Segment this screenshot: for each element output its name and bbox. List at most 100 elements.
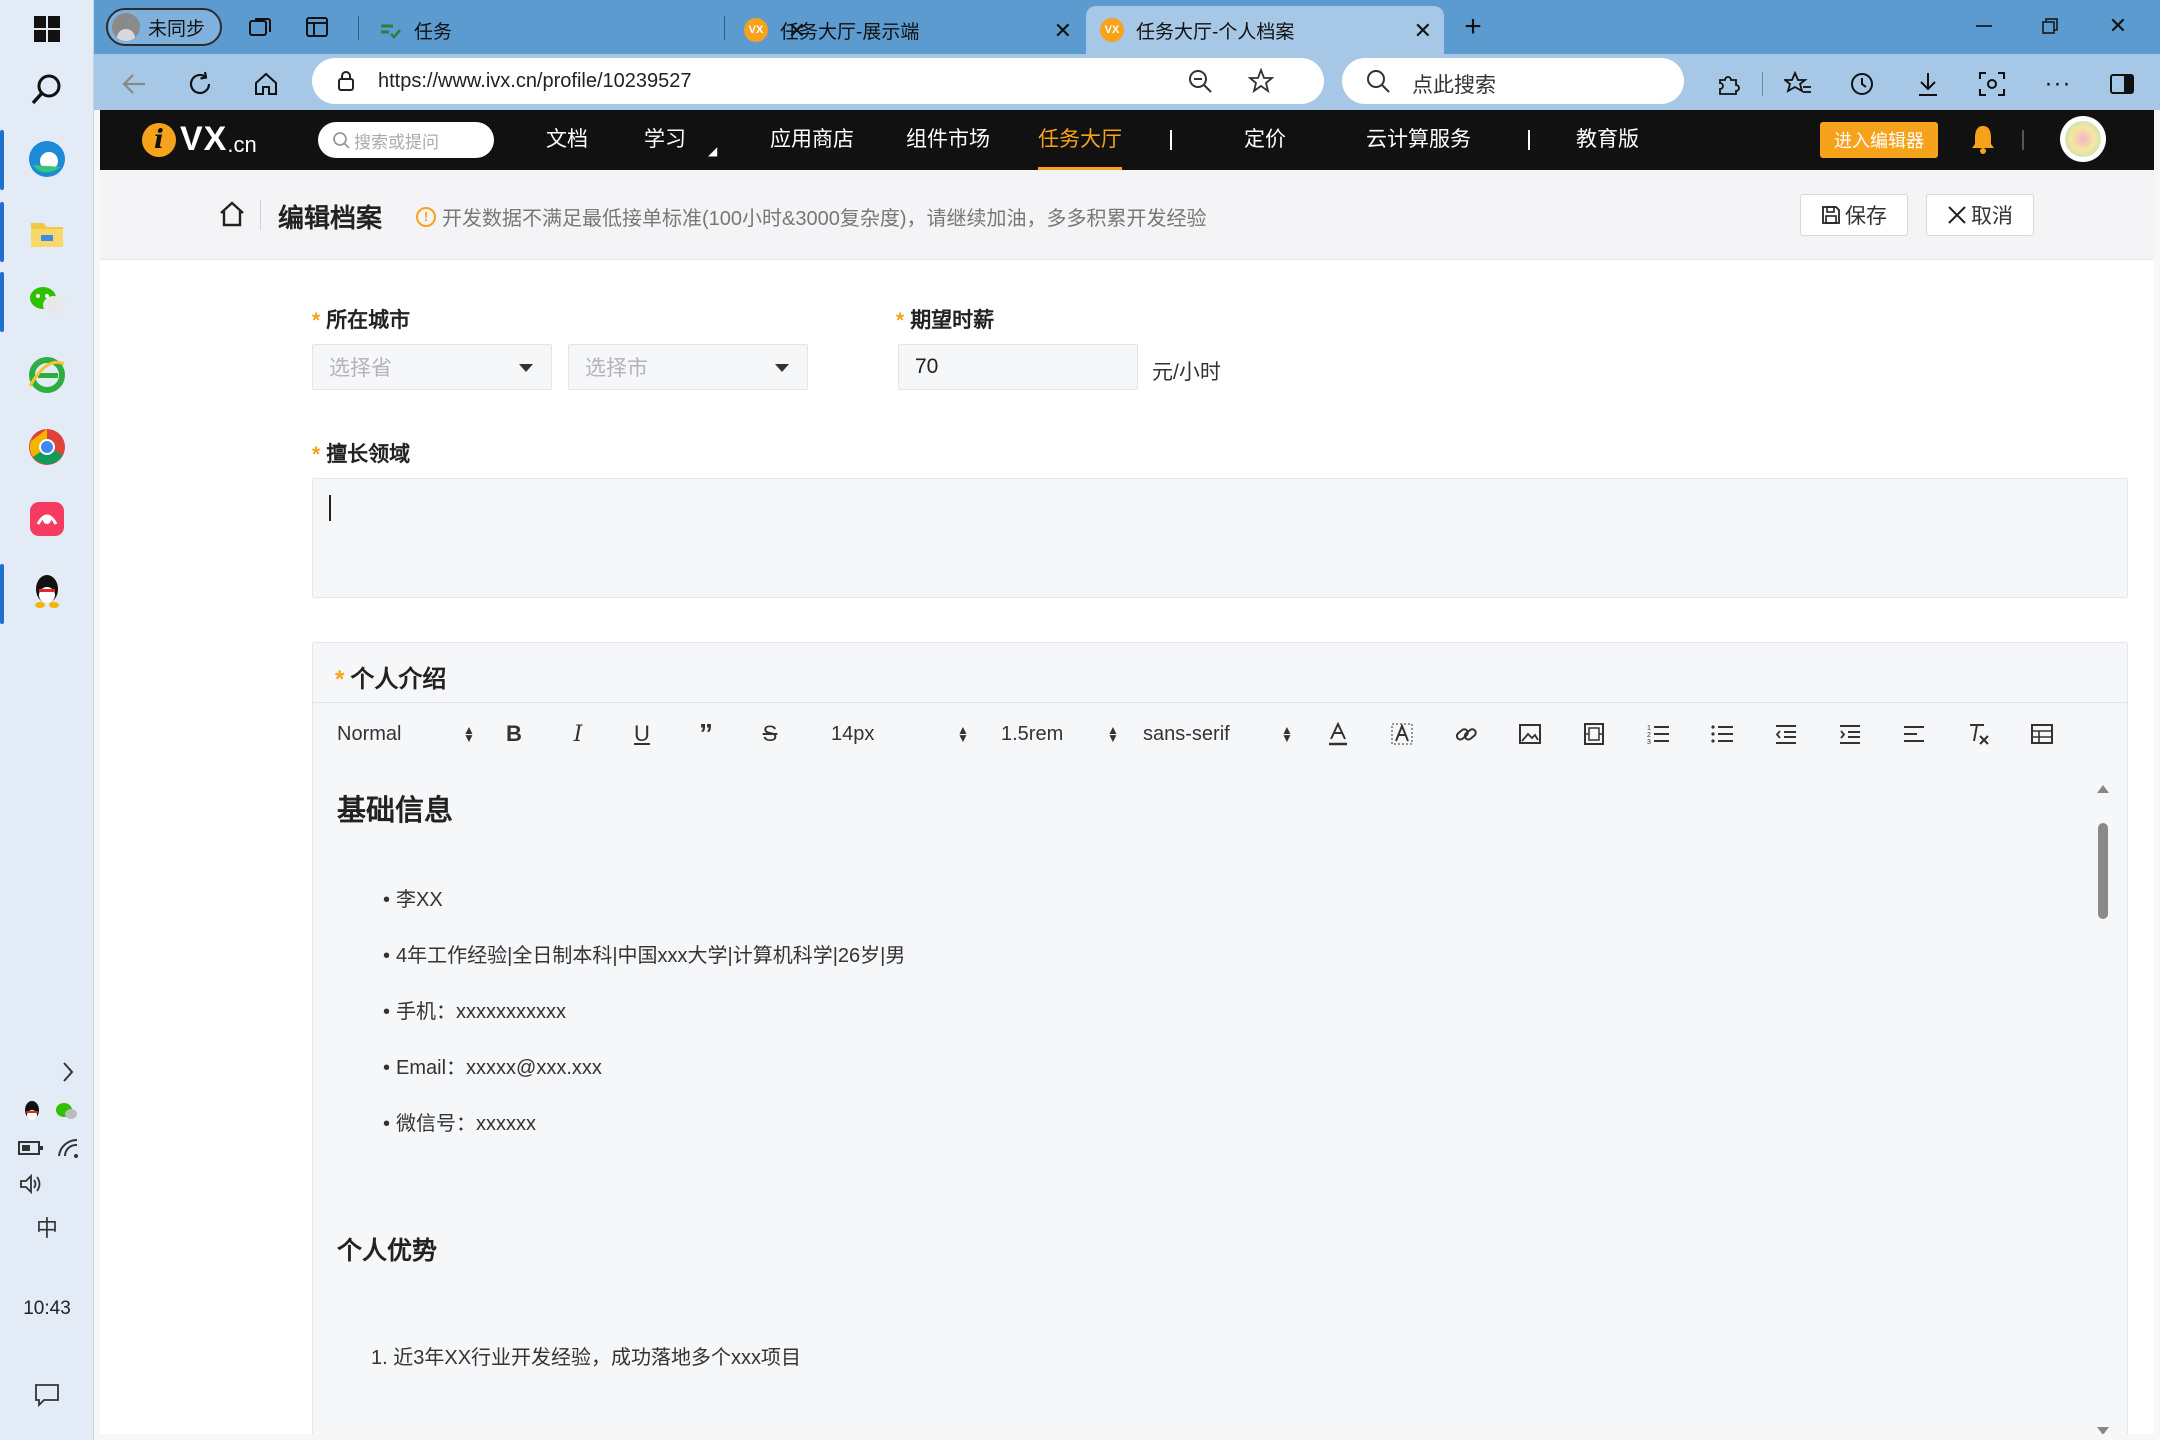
rich-text-editor[interactable]: 基础信息 李XX 4年工作经验|全日制本科|中国xxx大学|计算机科学|26岁|… (313, 765, 2097, 1434)
domain-field-label: * 擅长领域 (312, 443, 411, 466)
blockquote-icon[interactable]: ” (689, 717, 723, 751)
line-height-select[interactable]: 1.5rem ▲ ▼ (1001, 717, 1119, 751)
scroll-up-icon[interactable] (2097, 785, 2109, 793)
province-placeholder: 选择省 (329, 357, 392, 380)
browser-search-box[interactable]: 点此搜索 (1342, 58, 1684, 104)
ime-indicator[interactable]: 中 (30, 1212, 64, 1242)
tab-task-hall-display[interactable]: VX 任务大厅-展示端 ✕ (730, 6, 1084, 54)
screenshot-icon[interactable] (1974, 66, 2010, 102)
bold-icon[interactable]: B (497, 717, 531, 751)
file-explorer-icon[interactable] (22, 208, 72, 258)
salary-unit: 元/小时 (1152, 361, 1221, 384)
chevron-right-icon[interactable] (56, 1060, 80, 1084)
nav-learn-dropdown-icon[interactable]: ◢ (708, 144, 717, 158)
history-icon[interactable] (1844, 66, 1880, 102)
clear-format-icon[interactable] (1961, 717, 1995, 751)
close-tab-icon[interactable]: ✕ (1054, 18, 1072, 44)
nav-app-store[interactable]: 应用商店 (770, 110, 854, 170)
taskbar-clock[interactable]: 10:43 (0, 1298, 94, 1320)
wechat-tray-icon[interactable] (52, 1098, 80, 1126)
favorites-icon[interactable] (1780, 66, 1816, 102)
user-avatar[interactable] (2060, 116, 2106, 162)
battery-icon[interactable] (16, 1134, 46, 1162)
windows-taskbar: 中 10:43 (0, 0, 94, 1440)
qq-icon[interactable] (22, 566, 72, 616)
nav-education[interactable]: 教育版 (1576, 110, 1639, 170)
workspaces-icon[interactable] (244, 10, 278, 44)
indent-icon[interactable] (1833, 717, 1867, 751)
domain-textarea[interactable] (312, 478, 2128, 598)
ivx-logo[interactable]: i VX .cn (142, 120, 257, 159)
vertical-tabs-icon[interactable] (300, 10, 334, 44)
site-search-input[interactable]: 搜索或提问 (318, 122, 494, 158)
url-text[interactable]: https://www.ivx.cn/profile/10239527 (378, 70, 692, 93)
nav-cloud[interactable]: 云计算服务 (1366, 110, 1471, 170)
extensions-icon[interactable] (1710, 66, 1746, 102)
bullet-list-icon[interactable] (1705, 717, 1739, 751)
nav-learn[interactable]: 学习 (644, 110, 686, 170)
bell-icon[interactable] (1970, 124, 1996, 159)
nav-docs[interactable]: 文档 (546, 110, 588, 170)
underline-icon[interactable]: U (625, 717, 659, 751)
notification-icon[interactable] (30, 1380, 64, 1410)
favorite-star-icon[interactable] (1247, 67, 1275, 99)
more-icon[interactable]: ··· (2040, 66, 2076, 102)
volume-icon[interactable] (16, 1170, 46, 1198)
text-color-icon[interactable] (1321, 717, 1355, 751)
chrome-icon[interactable] (22, 422, 72, 472)
strikethrough-icon[interactable]: S (753, 717, 787, 751)
new-tab-icon[interactable]: + (1456, 10, 1490, 44)
editor-scrollbar[interactable] (2095, 785, 2111, 1434)
nav-pricing[interactable]: 定价 (1244, 110, 1286, 170)
scroll-down-icon[interactable] (2097, 1427, 2109, 1434)
warning-message: ! 开发数据不满足最低接单标准(100小时&3000复杂度)，请继续加油，多多积… (416, 202, 1207, 231)
refresh-icon[interactable] (180, 64, 220, 104)
back-icon[interactable] (114, 64, 154, 104)
tab-task-hall-profile[interactable]: VX 任务大厅-个人档案 ✕ (1086, 6, 1444, 54)
cancel-button[interactable]: 取消 (1926, 194, 2034, 236)
windows-start-icon[interactable] (22, 4, 72, 54)
intro-header: * 个人介绍 (313, 643, 2127, 703)
font-family-select[interactable]: sans-serif ▲ ▼ (1143, 717, 1293, 751)
italic-icon[interactable]: I (561, 717, 595, 751)
image-icon[interactable] (1513, 717, 1547, 751)
ie-browser-icon[interactable] (22, 350, 72, 400)
edge-browser-icon[interactable] (22, 134, 72, 184)
link-icon[interactable] (1449, 717, 1483, 751)
lock-icon[interactable] (336, 70, 356, 97)
background-color-icon[interactable] (1385, 717, 1419, 751)
table-icon[interactable] (2025, 717, 2059, 751)
media-app-icon[interactable] (22, 494, 72, 544)
font-size-select[interactable]: 14px ▲ ▼ (831, 717, 969, 751)
svg-text:3: 3 (1647, 739, 1651, 745)
downloads-icon[interactable] (1910, 66, 1946, 102)
close-tab-icon[interactable]: ✕ (1414, 18, 1432, 44)
province-select[interactable]: 选择省 (312, 344, 552, 390)
home-icon[interactable] (246, 64, 286, 104)
dropdown-caret-icon (775, 364, 789, 372)
wechat-icon[interactable] (22, 276, 72, 326)
ordered-list-icon[interactable]: 123 (1641, 717, 1675, 751)
nav-component-market[interactable]: 组件市场 (906, 110, 990, 170)
scrollbar-thumb[interactable] (2098, 823, 2108, 919)
video-icon[interactable] (1577, 717, 1611, 751)
sidebar-toggle-icon[interactable] (2104, 66, 2140, 102)
search-icon[interactable] (22, 64, 72, 114)
home-icon[interactable] (218, 200, 246, 233)
salary-input[interactable]: 70 (898, 344, 1138, 390)
zoom-out-icon[interactable] (1188, 69, 1212, 98)
enter-editor-button[interactable]: 进入编辑器 (1820, 122, 1938, 158)
wifi-icon[interactable] (54, 1134, 82, 1162)
minimize-icon[interactable] (1954, 6, 2014, 46)
profile-button[interactable]: 未同步 (106, 8, 222, 46)
close-window-icon[interactable]: ✕ (2088, 6, 2148, 46)
align-icon[interactable] (1897, 717, 1931, 751)
outdent-icon[interactable] (1769, 717, 1803, 751)
restore-icon[interactable] (2020, 6, 2080, 46)
qq-tray-icon[interactable] (18, 1098, 46, 1126)
city-select[interactable]: 选择市 (568, 344, 808, 390)
nav-task-hall[interactable]: 任务大厅 (1038, 110, 1122, 170)
header-select[interactable]: Normal ▲ ▼ (337, 717, 475, 751)
address-bar[interactable]: https://www.ivx.cn/profile/10239527 (312, 58, 1324, 104)
save-button[interactable]: 保存 (1800, 194, 1908, 236)
